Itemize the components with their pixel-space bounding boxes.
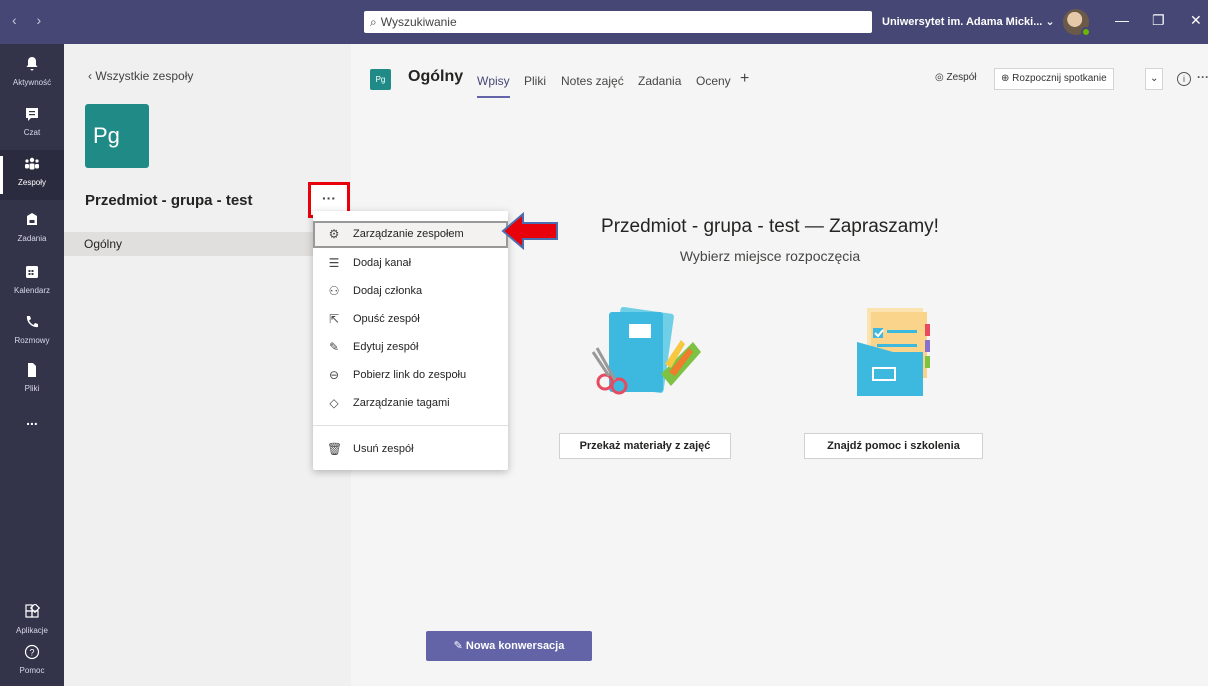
share-class-materials-button[interactable]: Przekaż materiały z zajęć [559, 433, 731, 459]
rail-item-files[interactable]: Pliki [0, 356, 64, 406]
rail-item-assignments[interactable]: Zadania [0, 206, 64, 256]
gear-icon: ⚙ [328, 227, 340, 241]
app-rail: Aktywność Czat Zespoły Zadania Kalendarz… [0, 44, 64, 686]
team-button[interactable]: ◎ Zespół [929, 68, 983, 90]
search-icon: ⌕ [370, 15, 377, 29]
tab-class-notebook[interactable]: Notes zajęć [561, 74, 624, 88]
org-switcher[interactable]: Uniwersytet im. Adama Micki... ⌄ [882, 15, 1055, 28]
rail-item-activity[interactable]: Aktywność [0, 50, 64, 100]
title-bar: ‹ › ⌕ Wyszukiwanie Uniwersytet im. Adama… [0, 0, 1208, 44]
help-icon: ? [24, 644, 40, 660]
restore-button[interactable]: ❐ [1152, 12, 1165, 29]
compose-icon: ✎ [453, 640, 466, 652]
channel-header: Pg Ogólny Wpisy Pliki Notes zajęć Zadani… [351, 44, 1208, 110]
menu-item-manage-team[interactable]: ⚙ Zarządzanie zespołem [313, 221, 508, 248]
link-icon: ⊖ [328, 368, 340, 382]
search-input[interactable]: ⌕ Wyszukiwanie [364, 11, 872, 33]
annotation-arrow-icon [501, 211, 558, 251]
team-options-menu: ⚙ Zarządzanie zespołem ☰ Dodaj kanał ⚇ D… [313, 211, 508, 470]
menu-item-delete-team[interactable]: 🗑 Usuń zespół [313, 436, 508, 463]
tab-grades[interactable]: Oceny [696, 74, 731, 88]
rail-item-help[interactable]: ? Pomoc [0, 638, 64, 686]
channel-badge: Pg [370, 69, 391, 90]
rail-item-more[interactable]: ... [0, 406, 64, 456]
help-training-illustration-icon [857, 308, 930, 396]
tab-files[interactable]: Pliki [524, 74, 546, 88]
svg-text:?: ? [29, 648, 34, 658]
rail-item-chat[interactable]: Czat [0, 100, 64, 150]
back-to-teams-link[interactable]: ‹ Wszystkie zespoły [88, 69, 193, 83]
find-help-training-button[interactable]: Znajdź pomoc i szkolenia [804, 433, 983, 459]
channel-title: Ogólny [408, 68, 464, 85]
menu-item-get-link[interactable]: ⊖ Pobierz link do zespołu [313, 362, 508, 389]
meet-options-chevron-icon[interactable]: ⌄ [1145, 68, 1164, 90]
assignments-icon [24, 212, 40, 228]
class-materials-illustration-icon [591, 307, 701, 395]
new-conversation-label: Nowa konwersacja [465, 640, 565, 652]
tag-icon: ◇ [329, 396, 339, 410]
chat-icon [24, 106, 40, 122]
new-conversation-button[interactable]: ✎ Nowa konwersacja [426, 631, 592, 661]
add-tab-icon[interactable]: + [740, 70, 749, 88]
more-icon: ... [26, 412, 38, 428]
search-placeholder: Wyszukiwanie [380, 15, 457, 29]
menu-item-manage-tags[interactable]: ◇ Zarządzanie tagami [313, 390, 508, 417]
menu-item-add-channel[interactable]: ☰ Dodaj kanał [313, 250, 508, 277]
rail-item-calendar[interactable]: Kalendarz [0, 258, 64, 308]
menu-item-edit-team[interactable]: ✎ Edytuj zespół [313, 334, 508, 361]
minimize-button[interactable]: — [1115, 12, 1129, 28]
add-channel-icon: ☰ [328, 256, 340, 270]
bell-icon [24, 56, 40, 72]
team-avatar: Pg [85, 104, 149, 168]
info-icon[interactable]: i [1177, 72, 1191, 86]
tab-assignments[interactable]: Zadania [638, 74, 681, 88]
menu-item-leave-team[interactable]: ⇱ Opuść zespół [313, 306, 508, 333]
channel-item-general[interactable]: Ogólny [64, 232, 351, 256]
tab-posts[interactable]: Wpisy [477, 74, 510, 98]
presence-icon [1081, 27, 1091, 37]
file-icon [24, 362, 40, 378]
rail-item-teams[interactable]: Zespoły [0, 150, 64, 200]
team-name: Przedmiot - grupa - test [85, 192, 253, 209]
menu-divider [313, 425, 508, 426]
avatar[interactable] [1063, 9, 1091, 37]
pencil-icon: ✎ [328, 340, 340, 354]
meet-now-button[interactable]: ⊕ Rozpocznij spotkanie [994, 68, 1114, 90]
apps-icon [24, 602, 41, 620]
phone-icon [24, 314, 40, 330]
header-more-icon[interactable]: ··· [1197, 70, 1208, 84]
teams-pane: ‹ Wszystkie zespoły Pg Przedmiot - grupa… [64, 44, 351, 686]
calendar-icon [24, 264, 40, 280]
back-label: Wszystkie zespoły [95, 69, 194, 83]
add-person-icon: ⚇ [328, 284, 340, 298]
close-button[interactable]: ✕ [1190, 12, 1202, 29]
menu-item-add-member[interactable]: ⚇ Dodaj członka [313, 278, 508, 305]
history-nav[interactable]: ‹ › [12, 12, 49, 28]
teams-icon [24, 156, 40, 172]
rail-item-calls[interactable]: Rozmowy [0, 308, 64, 358]
leave-icon: ⇱ [328, 312, 340, 326]
trash-icon: 🗑 [327, 442, 343, 456]
